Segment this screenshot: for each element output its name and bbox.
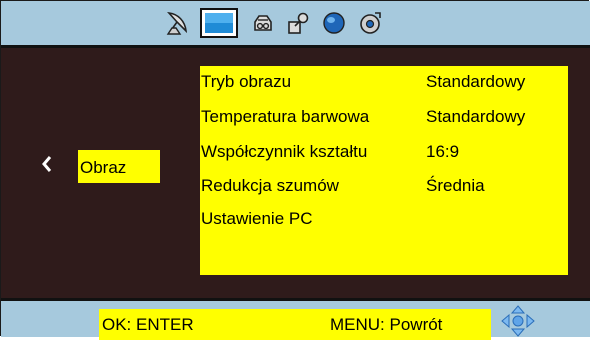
back-arrow-icon[interactable] [41,156,53,172]
setting-value: Standardowy [426,107,526,126]
picture-icon[interactable] [200,8,238,38]
setting-value: Średnia [426,176,485,195]
audio-icon[interactable] [250,10,276,36]
osd-window: Obraz Tryb obrazu Standardowy Temperatur… [0,0,590,340]
ok-hint: OK: ENTER [102,315,194,334]
setting-label: Ustawienie PC [201,209,313,228]
settings-panel: Tryb obrazu Standardowy Temperatura barw… [200,66,568,275]
setting-value: Standardowy [426,72,526,91]
setting-row-noise-reduction[interactable]: Redukcja szumów Średnia [200,172,568,200]
setting-value: 16:9 [426,142,460,161]
setting-row-aspect-ratio[interactable]: Współczynnik kształtu 16:9 [200,138,568,166]
setting-label: Temperatura barwowa [201,107,370,126]
satellite-dish-icon[interactable] [164,10,190,36]
category-label[interactable]: Obraz [78,150,160,183]
setting-row-picture-mode[interactable]: Tryb obrazu Standardowy [200,68,568,96]
key-hints: OK: ENTER MENU: Powrót [99,309,491,340]
setting-row-color-temperature[interactable]: Temperatura barwowa Standardowy [200,103,568,131]
hint-bar: OK: ENTER MENU: Powrót [1,298,590,340]
setting-label: Redukcja szumów [201,176,339,195]
menu-hint: MENU: Powrót [330,315,443,334]
setting-row-pc-setting[interactable]: Ustawienie PC [200,205,568,233]
dpad-icon [500,305,536,337]
setting-label: Tryb obrazu [201,72,292,91]
key-lock-icon[interactable] [286,10,312,36]
setting-label: Współczynnik kształtu [201,142,368,161]
menu-main-area: Obraz Tryb obrazu Standardowy Temperatur… [1,48,590,298]
menu-icon-bar [1,1,590,48]
settings-disc-icon[interactable] [357,10,383,36]
globe-icon[interactable] [321,10,347,36]
